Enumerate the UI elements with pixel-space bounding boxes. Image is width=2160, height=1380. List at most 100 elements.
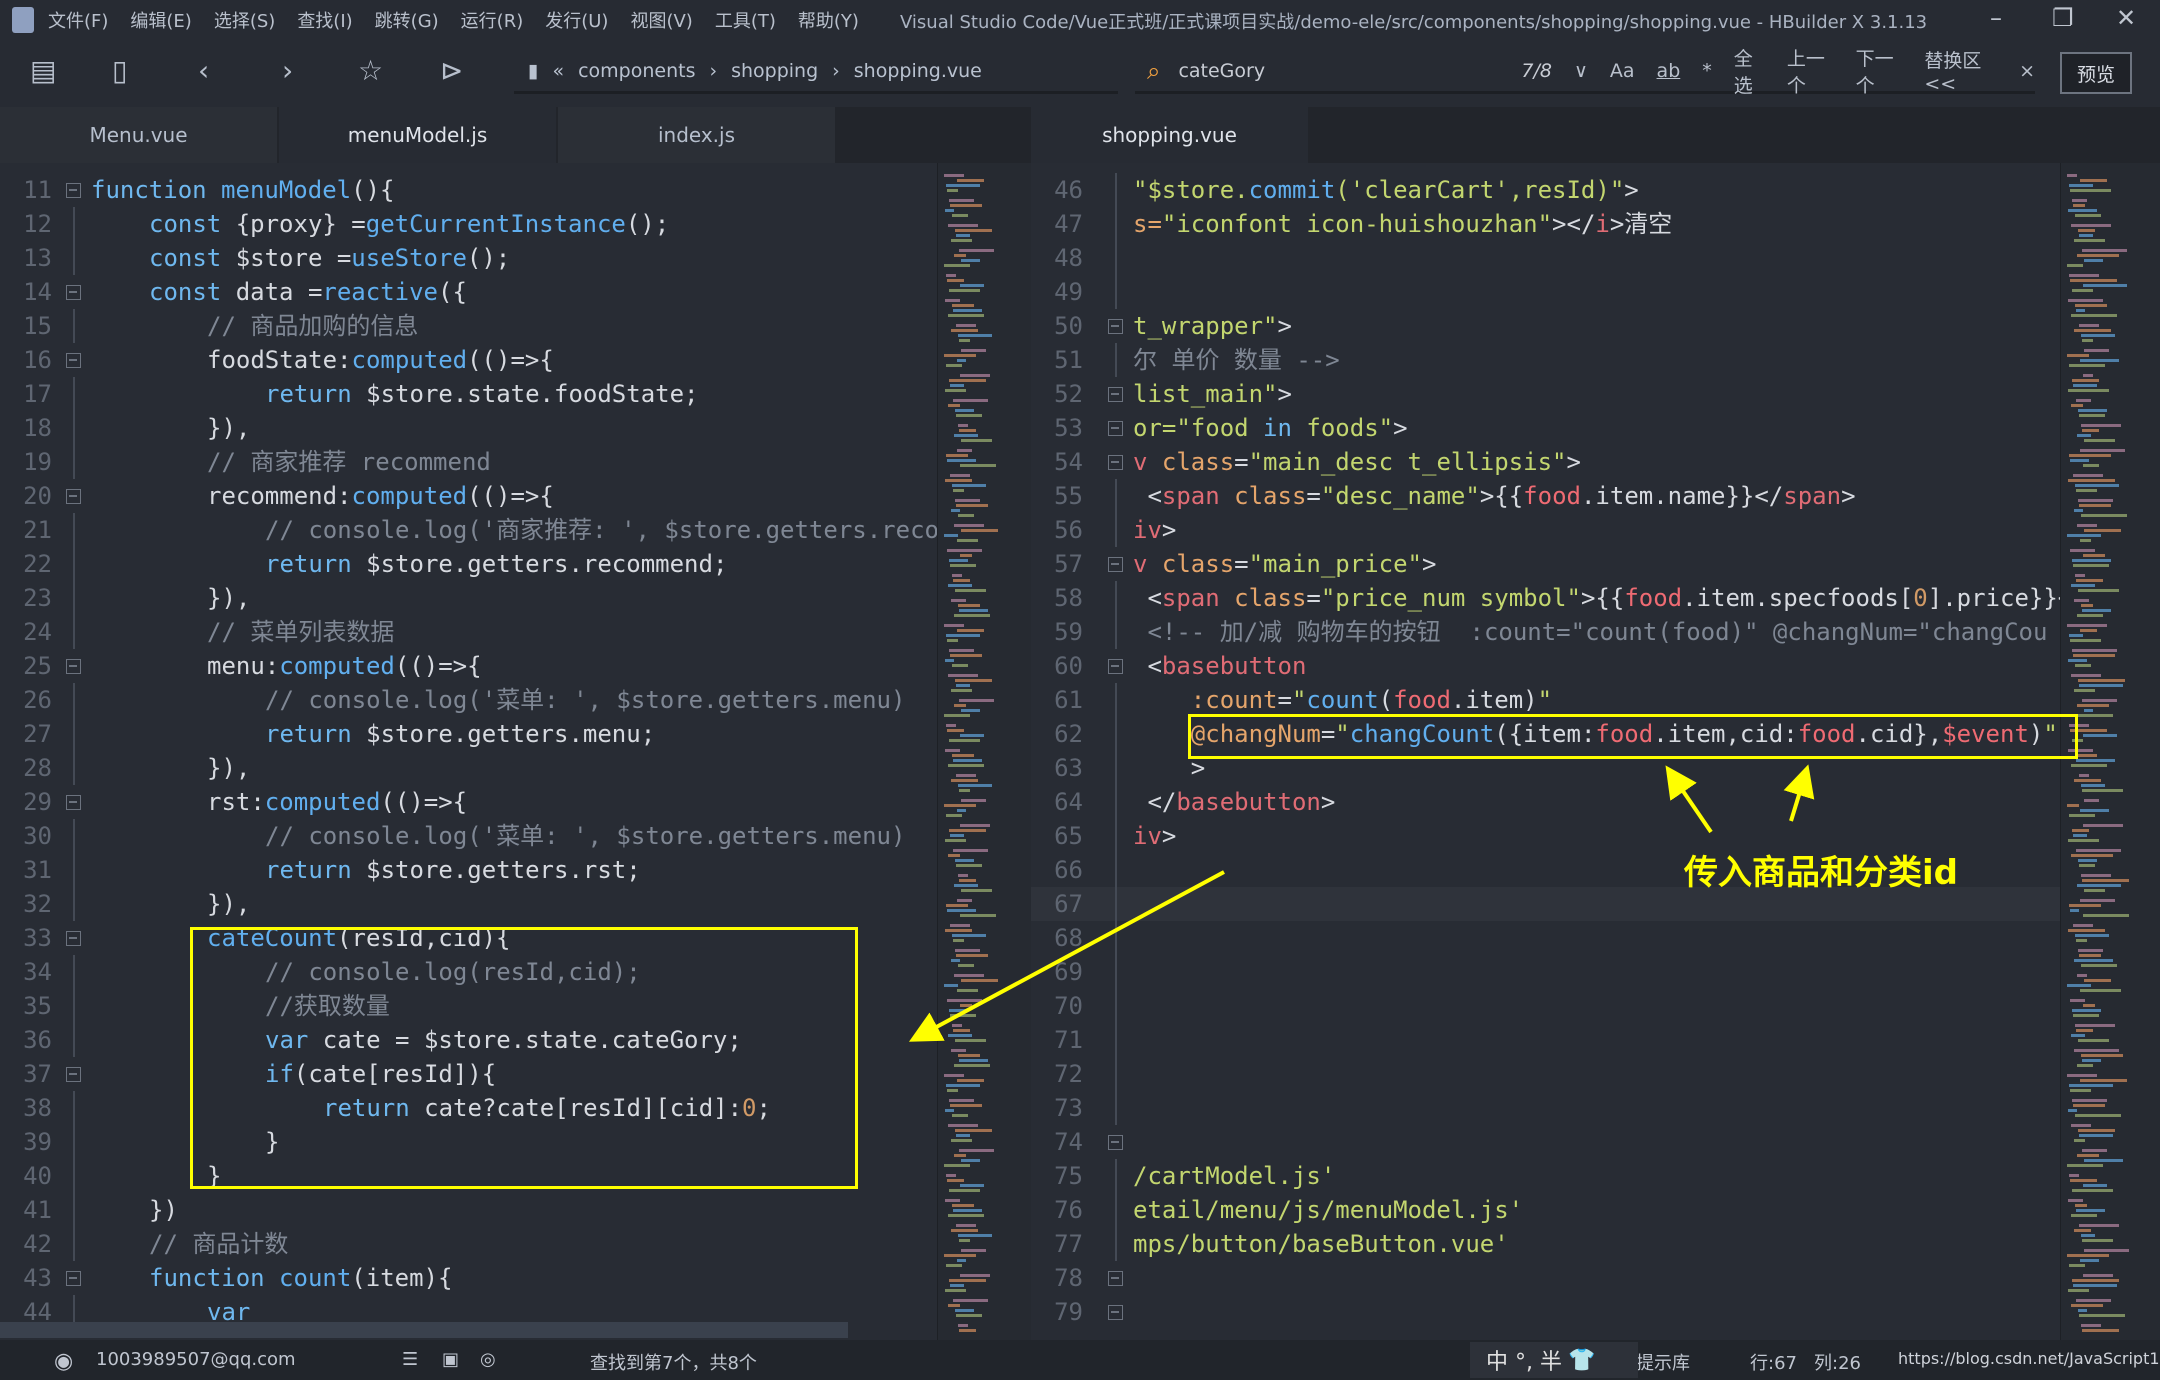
code-line[interactable]: 72 [1031,1057,2060,1091]
tab-index-js[interactable]: index.js [558,107,837,163]
code-line[interactable]: 42 // 商品计数 [0,1227,937,1261]
code-line[interactable]: 18}), [0,411,937,445]
code-line[interactable]: 58 <span class="price_num symbol">{{food… [1031,581,2060,615]
new-file-icon[interactable]: ▤ [30,54,56,87]
code-line[interactable]: 15 // 商品加购的信息 [0,309,937,343]
code-line[interactable]: 49 [1031,275,2060,309]
find-prev-button[interactable]: 上一个 [1787,44,1834,98]
code-line[interactable]: 17 return $store.state.foodState; [0,377,937,411]
fold-toggle-icon[interactable] [66,931,81,946]
code-line[interactable]: 79 [1031,1295,2060,1329]
menu-item[interactable]: 运行(R) [461,7,524,33]
menu-item[interactable]: 查找(I) [297,7,352,33]
code-line[interactable]: 48 [1031,241,2060,275]
code-line[interactable]: 52 list_main"> [1031,377,2060,411]
code-line[interactable]: 64 </basebutton> [1031,785,2060,819]
select-all-button[interactable]: 全选 [1734,44,1765,98]
fold-toggle-icon[interactable] [1108,387,1123,402]
code-line[interactable]: 71 [1031,1023,2060,1057]
fold-toggle-icon[interactable] [1108,1305,1123,1320]
code-line[interactable]: 26 // console.log('菜单: ', $store.getters.… [0,683,937,717]
find-next-button[interactable]: 下一个 [1856,44,1903,98]
code-line[interactable]: 20 recommend:computed(()=>{ [0,479,937,513]
replace-toggle-button[interactable]: 替换区<< [1924,46,1997,95]
breadcrumb-item[interactable]: components [578,60,695,82]
horizontal-scrollbar[interactable] [0,1322,848,1338]
regex-button[interactable]: * [1702,60,1712,82]
find-nav-chevron-icon[interactable]: ∨ [1574,60,1588,82]
fold-toggle-icon[interactable] [1108,1135,1123,1150]
fold-toggle-icon[interactable] [66,285,81,300]
code-line[interactable]: 25 menu:computed(()=>{ [0,649,937,683]
fold-toggle-icon[interactable] [66,353,81,368]
fold-toggle-icon[interactable] [1108,557,1123,572]
user-icon[interactable]: ◉ [54,1349,73,1374]
code-line[interactable]: 69 [1031,955,2060,989]
user-account[interactable]: 1003989507@qq.com [96,1349,296,1370]
code-line[interactable]: 27 return $store.getters.menu; [0,717,937,751]
code-line[interactable]: 22 return $store.getters.recommend; [0,547,937,581]
code-line[interactable]: 23}), [0,581,937,615]
code-line[interactable]: 33 cateCount(resId,cid){ [0,921,937,955]
right-minimap[interactable] [2060,163,2160,1340]
fold-toggle-icon[interactable] [66,1271,81,1286]
menu-item[interactable]: 帮助(Y) [798,7,859,33]
close-button[interactable]: ✕ [2116,4,2136,32]
fold-toggle-icon[interactable] [66,489,81,504]
browser-icon[interactable]: ◎ [480,1349,496,1370]
menu-item[interactable]: 发行(U) [545,7,608,33]
code-line[interactable]: 38 return cate?cate[resId][cid]:0; [0,1091,937,1125]
code-line[interactable]: 37 if(cate[resId]){ [0,1057,937,1091]
forward-icon[interactable]: › [282,54,293,87]
code-line[interactable]: 28}), [0,751,937,785]
run-icon[interactable]: ⊳ [440,54,463,87]
menu-item[interactable]: 工具(T) [715,7,776,33]
code-line[interactable]: 76 etail/menu/js/menuModel.js' [1031,1193,2060,1227]
code-line[interactable]: 51 尔 单价 数量 --> [1031,343,2060,377]
code-line[interactable]: 59 <!-- 加/减 购物车的按钮 :count="count(food)" … [1031,615,2060,649]
code-line[interactable]: 31 return $store.getters.rst; [0,853,937,887]
code-line[interactable]: 55 <span class="desc_name">{{food.item.n… [1031,479,2060,513]
fold-toggle-icon[interactable] [1108,421,1123,436]
code-line[interactable]: 32}), [0,887,937,921]
match-case-button[interactable]: Aa [1610,60,1635,82]
code-line[interactable]: 77 mps/button/baseButton.vue' [1031,1227,2060,1261]
code-line[interactable]: 21 // console.log('商家推荐: ', $store.getter… [0,513,937,547]
code-line[interactable]: 11 function menuModel(){ [0,173,937,207]
tab-menu-vue[interactable]: Menu.vue [0,107,279,163]
left-editor[interactable]: 11 function menuModel(){12 const {proxy} =… [0,163,937,1340]
fold-toggle-icon[interactable] [66,1067,81,1082]
fold-toggle-icon[interactable] [1108,319,1123,334]
back-icon[interactable]: ‹ [198,54,209,87]
code-line[interactable]: 74 [1031,1125,2060,1159]
code-line[interactable]: 29 rst:computed(()=>{ [0,785,937,819]
code-line[interactable]: 73 [1031,1091,2060,1125]
code-line[interactable]: 43 function count(item){ [0,1261,937,1295]
code-line[interactable]: 39} [0,1125,937,1159]
right-editor[interactable]: 46 "$store.commit('clearCart',resId)"> 47 s… [1031,163,2060,1340]
restore-button[interactable]: ❐ [2052,4,2074,32]
code-line[interactable]: 13 const $store =useStore(); [0,241,937,275]
code-line[interactable]: 75/cartModel.js' [1031,1159,2060,1193]
code-line[interactable]: 34 // console.log(resId,cid); [0,955,937,989]
code-line[interactable]: 46 "$store.commit('clearCart',resId)"> [1031,173,2060,207]
hint-library[interactable]: 提示库 [1636,1349,1690,1375]
code-line[interactable]: 40} [0,1159,937,1193]
tab-menumodel-js[interactable]: menuModel.js [279,107,558,163]
fold-toggle-icon[interactable] [66,659,81,674]
code-line[interactable]: 12 const {proxy} =getCurrentInstance(); [0,207,937,241]
code-line[interactable]: 61 :count="count(food.item)" [1031,683,2060,717]
code-line[interactable]: 78 [1031,1261,2060,1295]
fold-toggle-icon[interactable] [1108,455,1123,470]
code-line[interactable]: 19 // 商家推荐 recommend [0,445,937,479]
code-line[interactable]: 14 const data =reactive({ [0,275,937,309]
left-minimap[interactable] [937,163,1031,1340]
code-line[interactable]: 56 iv> [1031,513,2060,547]
whole-word-button[interactable]: ab [1657,60,1681,82]
code-line[interactable]: 16 foodState:computed(()=>{ [0,343,937,377]
outline-icon[interactable]: ☰ [402,1349,418,1370]
fold-toggle-icon[interactable] [1108,659,1123,674]
ime-indicator[interactable]: 中 °, 半 👕 [1470,1342,1638,1378]
breadcrumb-item[interactable]: shopping [731,60,818,82]
save-icon[interactable]: ▯ [112,54,127,87]
